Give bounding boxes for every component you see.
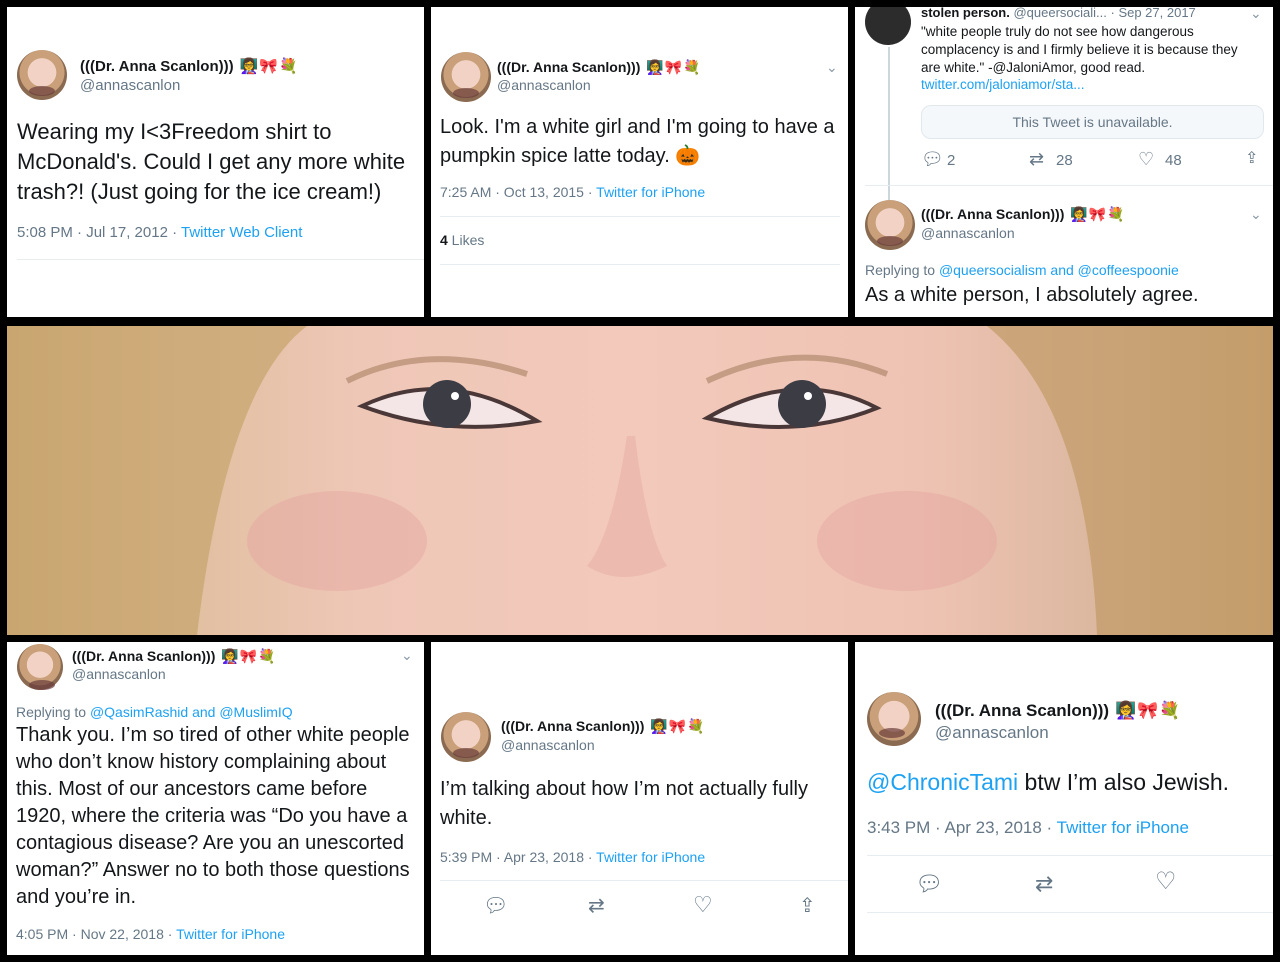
author-emoji: 👩‍🏫🎀💐	[221, 648, 277, 664]
author-handle[interactable]: @annascanlon	[501, 737, 595, 753]
author-name[interactable]: (((Dr. Anna Scanlon))) 👩‍🏫🎀💐	[497, 59, 702, 76]
avatar[interactable]	[867, 692, 921, 746]
tweet-meta: 5:08 PM · Jul 17, 2012 · Twitter Web Cli…	[17, 224, 303, 241]
like-icon[interactable]: ♡	[1155, 870, 1177, 894]
author-name[interactable]: (((Dr. Anna Scanlon))) 👩‍🏫🎀💐	[921, 206, 1126, 223]
thread-line	[888, 47, 890, 207]
quoted-name[interactable]: stolen person.	[921, 7, 1010, 20]
tweet-text: @ChronicTami btw I’m also Jewish.	[867, 769, 1230, 795]
avatar[interactable]	[441, 52, 491, 102]
tweet-source[interactable]: Twitter for iPhone	[176, 926, 285, 942]
tweet-source[interactable]: Twitter for iPhone	[1057, 818, 1189, 837]
reply-count: 2	[947, 152, 956, 169]
tweet-text: I’m talking about how I’m not actually f…	[440, 778, 808, 829]
retweet-icon[interactable]: ⇄	[1029, 149, 1044, 169]
tweet-text: Thank you. I’m so tired of other white p…	[16, 724, 410, 908]
like-icon[interactable]: ♡	[693, 894, 713, 916]
divider	[865, 185, 1273, 186]
reply-icon[interactable]: 💬︎	[483, 896, 508, 916]
tweet-source[interactable]: Twitter Web Client	[181, 224, 302, 241]
chevron-down-icon[interactable]: ⌄	[1250, 206, 1262, 223]
author-handle[interactable]: @annascanlon	[497, 77, 591, 93]
author-handle[interactable]: @annascanlon	[80, 77, 180, 94]
retweet-count: 28	[1056, 152, 1073, 169]
chevron-down-icon[interactable]: ⌄	[826, 59, 838, 76]
tweet-meta: 7:25 AM · Oct 13, 2015 · Twitter for iPh…	[440, 184, 706, 200]
avatar[interactable]	[441, 712, 491, 762]
retweet-icon[interactable]: ⇄	[588, 896, 605, 916]
face-drawing	[7, 326, 1273, 635]
author-emoji: 👩‍🏫🎀💐	[1115, 701, 1182, 720]
face-closeup-image	[7, 326, 1273, 635]
quoted-avatar[interactable]	[865, 7, 911, 45]
author-emoji: 👩‍🏫🎀💐	[1070, 206, 1126, 222]
author-emoji: 👩‍🏫🎀💐	[239, 58, 299, 75]
divider	[867, 855, 1273, 856]
share-icon[interactable]: ⇪	[1245, 149, 1258, 169]
author-handle[interactable]: @annascanlon	[72, 666, 166, 682]
author-handle[interactable]: @annascanlon	[921, 225, 1015, 241]
reply-icon[interactable]: 💬︎	[921, 149, 944, 169]
tweet-panel-2: (((Dr. Anna Scanlon))) 👩‍🏫🎀💐 @annascanlon…	[431, 7, 848, 317]
quoted-header: stolen person. @queersociali... · Sep 27…	[921, 7, 1196, 20]
divider	[867, 912, 1273, 913]
avatar[interactable]	[17, 50, 67, 100]
share-icon[interactable]: ⇪	[799, 896, 816, 916]
unavailable-card: This Tweet is unavailable.	[921, 105, 1264, 139]
divider	[440, 264, 840, 265]
like-icon[interactable]: ♡	[1138, 149, 1154, 169]
avatar[interactable]	[17, 644, 63, 690]
tweet-panel-1: (((Dr. Anna Scanlon))) 👩‍🏫🎀💐 @annascanlon…	[7, 7, 424, 317]
author-name[interactable]: (((Dr. Anna Scanlon))) 👩‍🏫🎀💐	[72, 648, 277, 665]
author-name[interactable]: (((Dr. Anna Scanlon))) 👩‍🏫🎀💐	[501, 718, 706, 735]
replying-to: Replying to @queersocialism and @coffees…	[865, 262, 1179, 278]
quoted-link[interactable]: twitter.com/jaloniamor/sta...	[921, 77, 1085, 92]
avatar[interactable]	[865, 200, 915, 250]
tweet-panel-4: (((Dr. Anna Scanlon))) 👩‍🏫🎀💐 @annascanlon…	[7, 642, 424, 955]
tweet-text: Look. I'm a white girl and I'm going to …	[440, 116, 835, 167]
author-emoji: 👩‍🏫🎀💐	[650, 718, 706, 734]
replying-to-users[interactable]: @QasimRashid and @MuslimIQ	[90, 704, 293, 720]
retweet-icon[interactable]: ⇄	[1035, 873, 1053, 895]
tweet-panel-3: stolen person. @queersociali... · Sep 27…	[855, 7, 1273, 317]
like-count: 48	[1165, 152, 1182, 169]
replying-to: Replying to @QasimRashid and @MuslimIQ	[16, 704, 293, 720]
replying-to-users[interactable]: @queersocialism and @coffeespoonie	[939, 262, 1179, 278]
divider	[440, 880, 848, 881]
chevron-down-icon[interactable]: ⌄	[1250, 7, 1262, 22]
chevron-down-icon[interactable]: ⌄	[401, 647, 413, 664]
tweet-meta: 5:39 PM · Apr 23, 2018 · Twitter for iPh…	[440, 849, 706, 865]
author-name[interactable]: (((Dr. Anna Scanlon))) 👩‍🏫🎀💐	[935, 701, 1182, 721]
tweet-source[interactable]: Twitter for iPhone	[596, 184, 705, 200]
author-emoji: 👩‍🏫🎀💐	[646, 59, 702, 75]
tweet-panel-6: (((Dr. Anna Scanlon))) 👩‍🏫🎀💐 @annascanlon…	[855, 642, 1273, 955]
tweet-meta: 4:05 PM · Nov 22, 2018 · Twitter for iPh…	[16, 926, 285, 942]
divider	[17, 259, 424, 260]
tweet-text: As a white person, I absolutely agree.	[865, 284, 1199, 306]
author-name[interactable]: (((Dr. Anna Scanlon))) 👩‍🏫🎀💐	[80, 57, 299, 75]
tweet-panel-5: (((Dr. Anna Scanlon))) 👩‍🏫🎀💐 @annascanlon…	[431, 642, 848, 955]
divider	[440, 216, 840, 217]
author-handle[interactable]: @annascanlon	[935, 723, 1049, 743]
tweet-meta: 3:43 PM · Apr 23, 2018 · Twitter for iPh…	[867, 818, 1189, 837]
quoted-handle-date[interactable]: @queersociali... · Sep 27, 2017	[1013, 7, 1195, 20]
mention-link[interactable]: @ChronicTami	[867, 769, 1018, 795]
reply-icon[interactable]: 💬︎	[915, 873, 943, 895]
likes-count[interactable]: 4 Likes	[440, 232, 484, 248]
tweet-text: Wearing my I<3Freedom shirt to McDonald'…	[17, 119, 406, 204]
tweet-source[interactable]: Twitter for iPhone	[596, 849, 705, 865]
quoted-text: "white people truly do not see how dange…	[921, 24, 1238, 75]
